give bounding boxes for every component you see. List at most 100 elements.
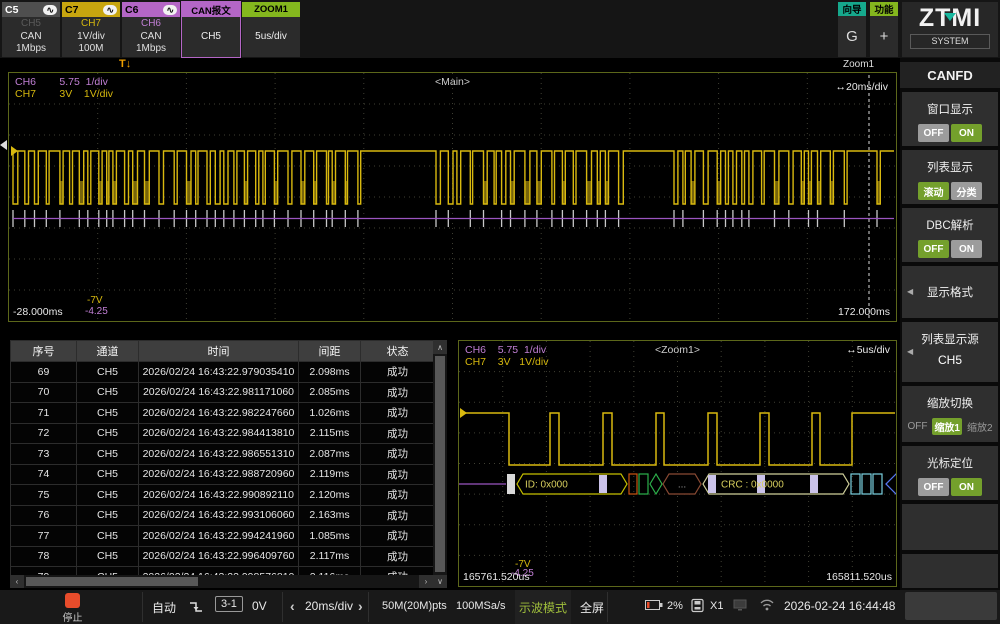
toggle-option-OFF[interactable]: OFF [918, 240, 949, 258]
channel-badge-C7[interactable]: C7∿CH71V/div100M [62, 2, 120, 57]
decode-bit-block [639, 474, 648, 494]
channel-badge-CAN报文[interactable]: CAN报文CH5 [182, 2, 240, 57]
memory-depth: 50M(20M)pts [382, 600, 447, 612]
table-cell: CH5 [77, 547, 139, 567]
panel-back-icon[interactable]: ◀ [907, 287, 913, 296]
main-view-title: <Main> [9, 76, 896, 88]
sidebar-panel-1[interactable]: 窗口显示OFFON [902, 92, 998, 146]
channel-badge-C6[interactable]: C6∿CH6CAN1Mbps [122, 2, 180, 57]
scroll-left-icon[interactable]: ‹ [10, 575, 24, 588]
table-row[interactable]: 78CH52026/02/24 16:43:22.9964097602.117m… [11, 547, 434, 568]
sidebar-panel-5[interactable]: ◀列表显示源CH5 [902, 322, 998, 382]
table-cell: 2026/02/24 16:43:22.986551310 [139, 444, 299, 464]
sidebar-panel-7[interactable]: 光标定位OFFON [902, 446, 998, 500]
table-cell: 1.085ms [299, 526, 361, 546]
table-row[interactable]: 74CH52026/02/24 16:43:22.9887209602.119m… [11, 465, 434, 486]
toggle-option-ON[interactable]: ON [951, 124, 982, 142]
decode-sof-block [507, 474, 515, 494]
sidebar-panel-3[interactable]: DBC解析OFFON [902, 208, 998, 262]
scope-mode-button[interactable]: 示波模式 [515, 590, 571, 624]
badge-line: 100M [78, 43, 103, 56]
toggle-option-缩放2[interactable]: 缩放2 [965, 418, 995, 435]
sidebar-panel-4[interactable]: ◀显示格式 [902, 266, 998, 318]
acquisition-mode[interactable]: 自动 [152, 599, 176, 616]
timebase-value[interactable]: 20ms/div [305, 599, 353, 613]
decode-stuff-bit [708, 475, 716, 493]
table-row[interactable]: 73CH52026/02/24 16:43:22.9865513102.087m… [11, 444, 434, 465]
toggle-option-缩放1[interactable]: 缩放1 [932, 418, 962, 435]
table-row[interactable]: 70CH52026/02/24 16:43:22.9811710602.085m… [11, 383, 434, 404]
wizard-button[interactable]: 向导 G [838, 2, 866, 57]
decode-field-label: ... [678, 480, 686, 491]
sidebar-panel-2[interactable]: 列表显示滚动分类 [902, 150, 998, 204]
stop-label: 停止 [50, 609, 95, 624]
table-row[interactable]: 76CH52026/02/24 16:43:22.9931060602.163m… [11, 506, 434, 527]
trigger-slope-icon[interactable] [188, 599, 204, 615]
toggle-option-分类[interactable]: 分类 [951, 182, 982, 200]
scroll-up-icon[interactable]: ∧ [433, 340, 447, 354]
table-cell: 成功 [361, 424, 434, 444]
table-hscrollbar[interactable]: ‹ › [10, 575, 433, 588]
toggle-option-OFF[interactable]: OFF [918, 124, 949, 142]
panel-back-icon[interactable]: ◀ [907, 347, 913, 356]
zoom-ch7-readout: CH7 3V 1V/div [465, 356, 548, 368]
trigger-level-icon [460, 408, 467, 418]
bottom-status-bar: 停止 自动 3-1 0V ‹ 20ms/div › 50M(20M)pts 10… [0, 590, 1000, 624]
ch7-can-waveform-zoom [462, 413, 895, 465]
hscroll-thumb[interactable] [26, 577, 198, 586]
zoom-left-time: 165761.520us [463, 571, 530, 583]
badge-body: CH6CAN1Mbps [122, 17, 180, 57]
timebase-prev-icon[interactable]: ‹ [290, 598, 295, 614]
zoom-waveform-canvas: ID: 0x000...CRC : 0x0000 [459, 341, 896, 586]
table-row[interactable]: 71CH52026/02/24 16:43:22.9822476601.026m… [11, 403, 434, 424]
timebase-next-icon[interactable]: › [358, 598, 363, 614]
scroll-down-icon[interactable]: ∨ [433, 575, 447, 588]
table-cell: 2.117ms [299, 547, 361, 567]
badge-label: C7 [65, 4, 78, 16]
stop-indicator-icon[interactable] [65, 593, 80, 608]
toggle-option-OFF[interactable]: OFF [918, 478, 949, 496]
channel-badge-ZOOM1[interactable]: ZOOM15us/div [242, 2, 300, 57]
vscroll-thumb[interactable] [435, 356, 445, 572]
table-header-cell: 通道 [77, 341, 139, 361]
trigger-source[interactable]: 3-1 [215, 596, 243, 612]
table-header-cell: 时间 [139, 341, 299, 361]
trigger-level[interactable]: 0V [252, 599, 267, 613]
can-frame-table[interactable]: 序号通道时间间距状态69CH52026/02/24 16:43:22.97903… [10, 340, 435, 588]
channel-badge-C5[interactable]: C5∿CH5CAN1Mbps [2, 2, 60, 57]
badge-line: CAN [140, 31, 161, 44]
badge-body: CH5 [182, 17, 240, 57]
main-waveform-view[interactable]: CH6 5.75 1/div CH7 3V 1V/div <Main> ↔20m… [8, 72, 897, 322]
corner-panel [905, 592, 997, 620]
toggle-option-OFF[interactable]: OFF [905, 418, 929, 435]
main-left-time: -28.000ms [13, 306, 63, 318]
scroll-right-icon[interactable]: › [419, 575, 433, 588]
table-cell: 2026/02/24 16:43:22.990892110 [139, 485, 299, 505]
panel-label: 缩放切换 [902, 395, 998, 411]
table-row[interactable]: 75CH52026/02/24 16:43:22.9908921102.120m… [11, 485, 434, 506]
toggle-option-滚动[interactable]: 滚动 [918, 182, 949, 200]
zoom-waveform-view[interactable]: ID: 0x000...CRC : 0x0000 CH6 5.75 1/div … [458, 340, 897, 587]
table-row[interactable]: 72CH52026/02/24 16:43:22.9844138102.115m… [11, 424, 434, 445]
zoom1-window-tag: Zoom1 [843, 59, 874, 70]
function-button[interactable]: 功能 + [870, 2, 898, 57]
badge-line: CH7 [81, 18, 101, 31]
waveform-left-handle-icon[interactable] [0, 140, 7, 150]
table-cell: 74 [11, 465, 77, 485]
table-vscrollbar[interactable]: ∧ ∨ [433, 340, 447, 588]
table-cell: 77 [11, 526, 77, 546]
decode-bit-block [862, 474, 871, 494]
sidebar-panel-6[interactable]: 缩放切换 OFF缩放1缩放2 [902, 386, 998, 442]
trigger-position-marker[interactable]: T↓ [119, 58, 131, 70]
fullscreen-button[interactable]: 全屏 [580, 599, 604, 616]
table-cell: 成功 [361, 506, 434, 526]
table-row[interactable]: 77CH52026/02/24 16:43:22.9942419601.085m… [11, 526, 434, 547]
toggle-option-ON[interactable]: ON [951, 478, 982, 496]
main-ch6-level: -4.25 [85, 306, 108, 318]
table-row[interactable]: 69CH52026/02/24 16:43:22.9790354102.098m… [11, 362, 434, 383]
table-header-cell: 状态 [361, 341, 434, 361]
main-timebase-readout: ↔20ms/div [835, 81, 888, 93]
table-header-row: 序号通道时间间距状态 [11, 341, 434, 362]
toggle-option-ON[interactable]: ON [951, 240, 982, 258]
zoom-view-title: <Zoom1> [459, 344, 896, 356]
